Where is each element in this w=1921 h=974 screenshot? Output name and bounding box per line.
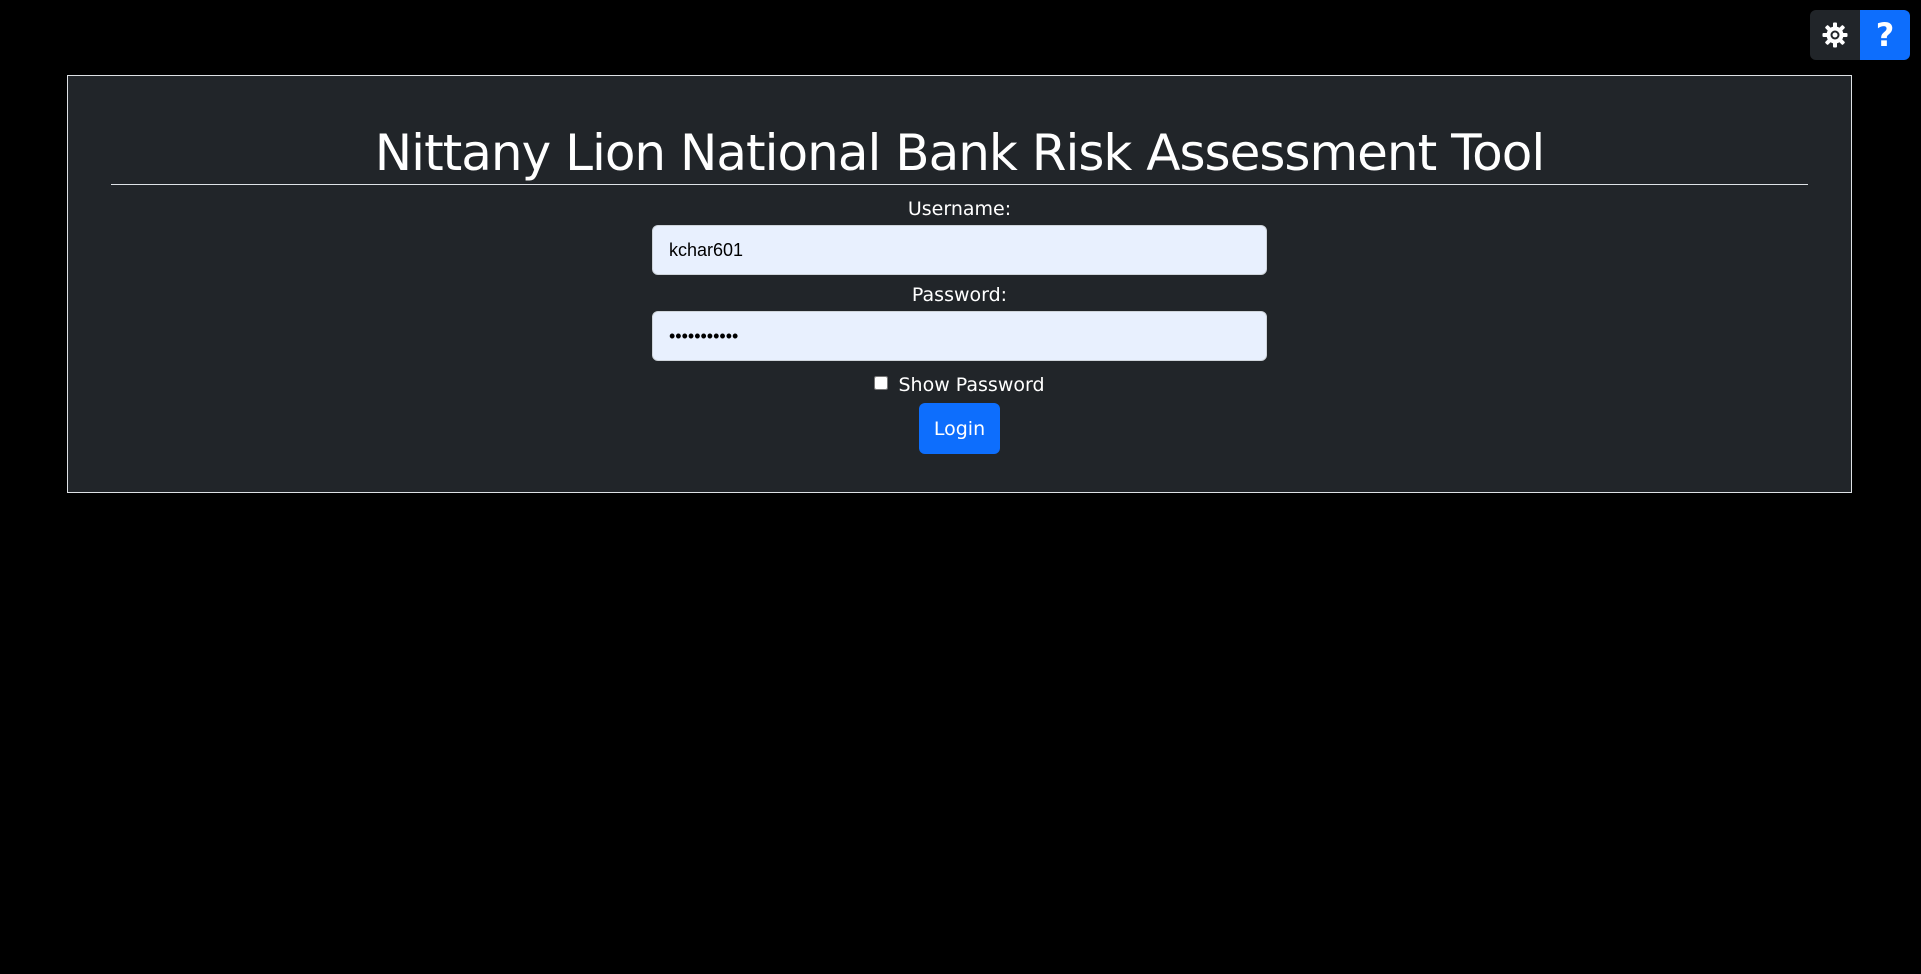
theme-toggle-button[interactable] — [1810, 10, 1860, 60]
username-label: Username: — [907, 198, 1012, 220]
login-form: Username: Password: Show Password Login — [68, 197, 1851, 454]
top-toolbar: ? — [1810, 10, 1910, 60]
login-panel: Nittany Lion National Bank Risk Assessme… — [67, 75, 1852, 493]
login-button[interactable]: Login — [919, 403, 1000, 454]
help-button[interactable]: ? — [1860, 10, 1910, 60]
password-input[interactable] — [652, 311, 1267, 361]
show-password-checkbox[interactable] — [874, 376, 889, 390]
username-input[interactable] — [652, 225, 1267, 275]
password-label: Password: — [911, 284, 1008, 306]
show-password-row: Show Password — [874, 371, 1045, 399]
gear-icon — [1822, 22, 1848, 48]
show-password-label: Show Password — [898, 374, 1045, 396]
title-divider — [111, 184, 1808, 185]
help-icon: ? — [1875, 16, 1895, 54]
page-title: Nittany Lion National Bank Risk Assessme… — [374, 124, 1545, 182]
